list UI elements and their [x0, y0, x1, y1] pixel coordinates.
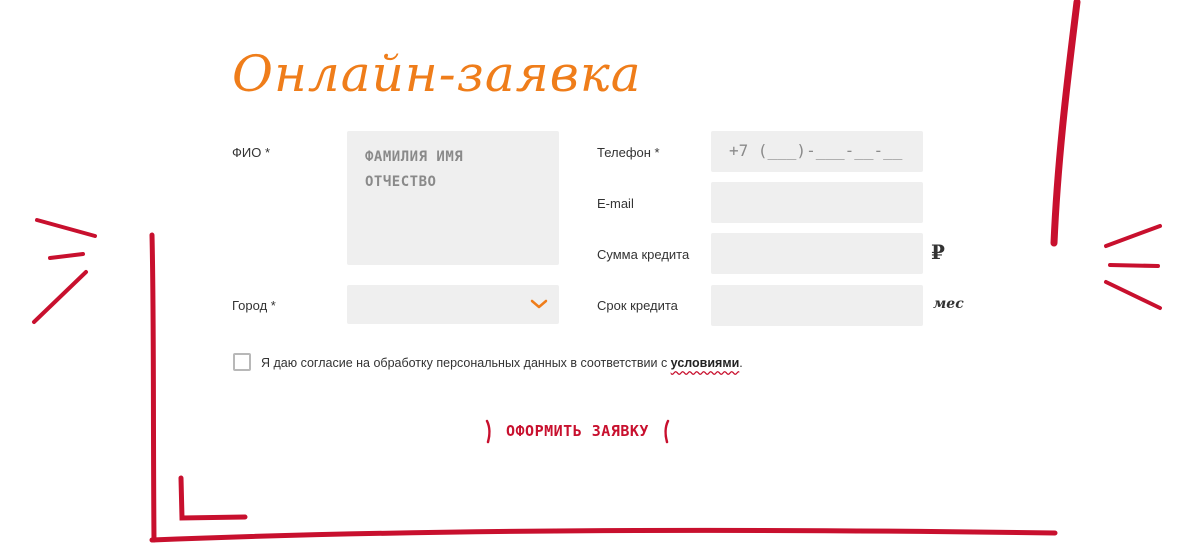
email-field[interactable]	[711, 182, 923, 223]
fio-field[interactable]	[347, 131, 559, 265]
city-label: Город *	[232, 298, 276, 313]
bracket-right-icon	[664, 419, 670, 444]
months-unit: мес	[933, 296, 964, 312]
ruble-sign: ₽	[931, 240, 945, 264]
sum-label: Сумма кредита	[597, 247, 690, 262]
submit-button[interactable]: ОФОРМИТЬ ЗАЯВКУ	[484, 418, 671, 444]
term-field[interactable]	[711, 285, 923, 326]
bracket-left-icon	[485, 419, 491, 444]
consent-text: Я даю согласие на обработку персональных…	[261, 356, 743, 370]
sum-field[interactable]	[711, 233, 923, 274]
consent-checkbox[interactable]	[233, 353, 251, 371]
term-label: Срок кредита	[597, 298, 678, 313]
submit-label: ОФОРМИТЬ ЗАЯВКУ	[506, 422, 649, 440]
fio-label: ФИО *	[232, 145, 271, 160]
phone-label: Телефон *	[597, 145, 660, 160]
city-select[interactable]	[347, 285, 559, 324]
email-label: E-mail	[597, 196, 634, 211]
chevron-down-icon	[530, 299, 548, 309]
consent-terms-link[interactable]: условиями	[671, 356, 740, 370]
phone-field[interactable]	[711, 131, 923, 172]
page-title: Онлайн-заявка	[232, 45, 642, 103]
